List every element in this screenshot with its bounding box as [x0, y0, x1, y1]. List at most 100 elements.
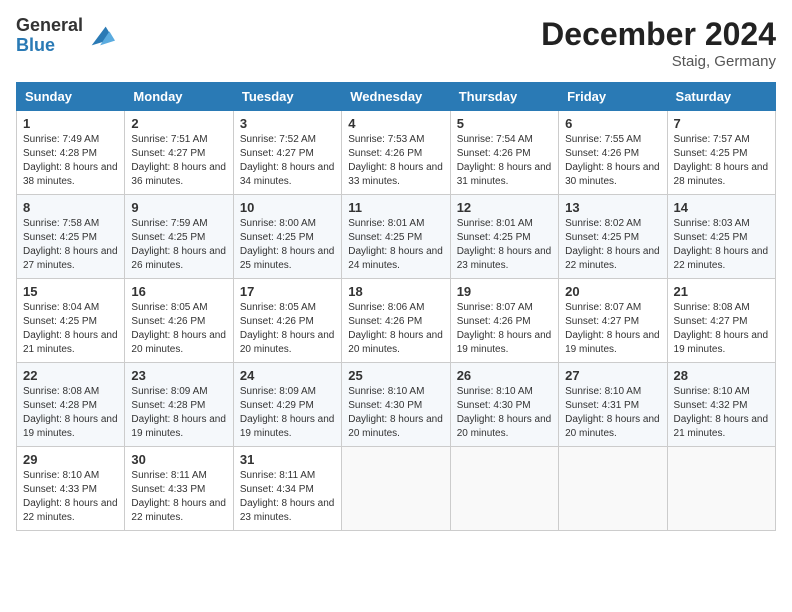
day-info: Sunrise: 7:59 AM Sunset: 4:25 PM Dayligh…	[131, 217, 226, 273]
day-info: Sunrise: 8:10 AM Sunset: 4:30 PM Dayligh…	[348, 385, 443, 441]
calendar-cell	[342, 447, 450, 531]
day-number: 22	[23, 368, 118, 383]
calendar-cell: 22 Sunrise: 8:08 AM Sunset: 4:28 PM Dayl…	[17, 363, 125, 447]
page-header: General Blue December 2024 Staig, German…	[16, 16, 776, 70]
day-number: 21	[674, 284, 769, 299]
calendar-week-row: 8 Sunrise: 7:58 AM Sunset: 4:25 PM Dayli…	[17, 195, 776, 279]
day-info: Sunrise: 8:01 AM Sunset: 4:25 PM Dayligh…	[457, 217, 552, 273]
calendar-cell: 7 Sunrise: 7:57 AM Sunset: 4:25 PM Dayli…	[667, 111, 775, 195]
logo-icon	[87, 22, 115, 50]
calendar-week-row: 1 Sunrise: 7:49 AM Sunset: 4:28 PM Dayli…	[17, 111, 776, 195]
calendar-cell: 27 Sunrise: 8:10 AM Sunset: 4:31 PM Dayl…	[559, 363, 667, 447]
day-number: 3	[240, 116, 335, 131]
day-number: 19	[457, 284, 552, 299]
calendar-week-row: 22 Sunrise: 8:08 AM Sunset: 4:28 PM Dayl…	[17, 363, 776, 447]
header-tuesday: Tuesday	[233, 83, 341, 111]
calendar-cell: 15 Sunrise: 8:04 AM Sunset: 4:25 PM Dayl…	[17, 279, 125, 363]
calendar-cell: 2 Sunrise: 7:51 AM Sunset: 4:27 PM Dayli…	[125, 111, 233, 195]
day-number: 12	[457, 200, 552, 215]
day-number: 15	[23, 284, 118, 299]
calendar-cell: 4 Sunrise: 7:53 AM Sunset: 4:26 PM Dayli…	[342, 111, 450, 195]
calendar-cell: 1 Sunrise: 7:49 AM Sunset: 4:28 PM Dayli…	[17, 111, 125, 195]
calendar-week-row: 29 Sunrise: 8:10 AM Sunset: 4:33 PM Dayl…	[17, 447, 776, 531]
logo-blue: Blue	[16, 36, 83, 56]
calendar-cell: 25 Sunrise: 8:10 AM Sunset: 4:30 PM Dayl…	[342, 363, 450, 447]
logo-text: General Blue	[16, 16, 83, 56]
day-info: Sunrise: 8:04 AM Sunset: 4:25 PM Dayligh…	[23, 301, 118, 357]
calendar-cell: 16 Sunrise: 8:05 AM Sunset: 4:26 PM Dayl…	[125, 279, 233, 363]
day-number: 23	[131, 368, 226, 383]
day-info: Sunrise: 8:11 AM Sunset: 4:33 PM Dayligh…	[131, 469, 226, 525]
month-title: December 2024	[541, 16, 776, 53]
day-number: 8	[23, 200, 118, 215]
day-info: Sunrise: 8:10 AM Sunset: 4:31 PM Dayligh…	[565, 385, 660, 441]
day-number: 29	[23, 452, 118, 467]
day-number: 5	[457, 116, 552, 131]
calendar-cell	[450, 447, 558, 531]
calendar-cell: 14 Sunrise: 8:03 AM Sunset: 4:25 PM Dayl…	[667, 195, 775, 279]
day-info: Sunrise: 8:01 AM Sunset: 4:25 PM Dayligh…	[348, 217, 443, 273]
calendar-cell: 11 Sunrise: 8:01 AM Sunset: 4:25 PM Dayl…	[342, 195, 450, 279]
day-number: 6	[565, 116, 660, 131]
day-info: Sunrise: 8:03 AM Sunset: 4:25 PM Dayligh…	[674, 217, 769, 273]
calendar-cell: 31 Sunrise: 8:11 AM Sunset: 4:34 PM Dayl…	[233, 447, 341, 531]
location-subtitle: Staig, Germany	[541, 53, 776, 70]
day-info: Sunrise: 8:08 AM Sunset: 4:28 PM Dayligh…	[23, 385, 118, 441]
header-friday: Friday	[559, 83, 667, 111]
calendar-cell: 24 Sunrise: 8:09 AM Sunset: 4:29 PM Dayl…	[233, 363, 341, 447]
calendar-cell: 5 Sunrise: 7:54 AM Sunset: 4:26 PM Dayli…	[450, 111, 558, 195]
day-info: Sunrise: 8:05 AM Sunset: 4:26 PM Dayligh…	[240, 301, 335, 357]
day-info: Sunrise: 8:10 AM Sunset: 4:30 PM Dayligh…	[457, 385, 552, 441]
day-info: Sunrise: 8:08 AM Sunset: 4:27 PM Dayligh…	[674, 301, 769, 357]
calendar-cell: 17 Sunrise: 8:05 AM Sunset: 4:26 PM Dayl…	[233, 279, 341, 363]
day-number: 31	[240, 452, 335, 467]
calendar-cell: 21 Sunrise: 8:08 AM Sunset: 4:27 PM Dayl…	[667, 279, 775, 363]
day-info: Sunrise: 8:06 AM Sunset: 4:26 PM Dayligh…	[348, 301, 443, 357]
day-info: Sunrise: 7:58 AM Sunset: 4:25 PM Dayligh…	[23, 217, 118, 273]
header-thursday: Thursday	[450, 83, 558, 111]
calendar-cell: 23 Sunrise: 8:09 AM Sunset: 4:28 PM Dayl…	[125, 363, 233, 447]
calendar-cell: 13 Sunrise: 8:02 AM Sunset: 4:25 PM Dayl…	[559, 195, 667, 279]
day-number: 13	[565, 200, 660, 215]
calendar-cell: 29 Sunrise: 8:10 AM Sunset: 4:33 PM Dayl…	[17, 447, 125, 531]
day-number: 25	[348, 368, 443, 383]
day-number: 11	[348, 200, 443, 215]
day-info: Sunrise: 8:09 AM Sunset: 4:29 PM Dayligh…	[240, 385, 335, 441]
day-number: 2	[131, 116, 226, 131]
calendar-cell: 18 Sunrise: 8:06 AM Sunset: 4:26 PM Dayl…	[342, 279, 450, 363]
header-monday: Monday	[125, 83, 233, 111]
day-info: Sunrise: 8:11 AM Sunset: 4:34 PM Dayligh…	[240, 469, 335, 525]
day-info: Sunrise: 7:57 AM Sunset: 4:25 PM Dayligh…	[674, 133, 769, 189]
day-info: Sunrise: 7:53 AM Sunset: 4:26 PM Dayligh…	[348, 133, 443, 189]
day-info: Sunrise: 7:49 AM Sunset: 4:28 PM Dayligh…	[23, 133, 118, 189]
calendar-cell: 9 Sunrise: 7:59 AM Sunset: 4:25 PM Dayli…	[125, 195, 233, 279]
day-number: 20	[565, 284, 660, 299]
day-info: Sunrise: 7:52 AM Sunset: 4:27 PM Dayligh…	[240, 133, 335, 189]
calendar-table: SundayMondayTuesdayWednesdayThursdayFrid…	[16, 82, 776, 531]
day-info: Sunrise: 8:10 AM Sunset: 4:32 PM Dayligh…	[674, 385, 769, 441]
day-info: Sunrise: 8:02 AM Sunset: 4:25 PM Dayligh…	[565, 217, 660, 273]
day-number: 9	[131, 200, 226, 215]
calendar-week-row: 15 Sunrise: 8:04 AM Sunset: 4:25 PM Dayl…	[17, 279, 776, 363]
day-number: 4	[348, 116, 443, 131]
calendar-cell: 3 Sunrise: 7:52 AM Sunset: 4:27 PM Dayli…	[233, 111, 341, 195]
day-info: Sunrise: 8:05 AM Sunset: 4:26 PM Dayligh…	[131, 301, 226, 357]
calendar-cell: 12 Sunrise: 8:01 AM Sunset: 4:25 PM Dayl…	[450, 195, 558, 279]
day-number: 28	[674, 368, 769, 383]
day-info: Sunrise: 7:51 AM Sunset: 4:27 PM Dayligh…	[131, 133, 226, 189]
day-number: 16	[131, 284, 226, 299]
header-sunday: Sunday	[17, 83, 125, 111]
calendar-cell	[667, 447, 775, 531]
title-area: December 2024 Staig, Germany	[541, 16, 776, 70]
day-number: 7	[674, 116, 769, 131]
day-number: 10	[240, 200, 335, 215]
day-number: 18	[348, 284, 443, 299]
day-info: Sunrise: 8:07 AM Sunset: 4:27 PM Dayligh…	[565, 301, 660, 357]
calendar-cell	[559, 447, 667, 531]
calendar-cell: 26 Sunrise: 8:10 AM Sunset: 4:30 PM Dayl…	[450, 363, 558, 447]
day-number: 27	[565, 368, 660, 383]
day-number: 1	[23, 116, 118, 131]
header-saturday: Saturday	[667, 83, 775, 111]
calendar-header-row: SundayMondayTuesdayWednesdayThursdayFrid…	[17, 83, 776, 111]
calendar-cell: 19 Sunrise: 8:07 AM Sunset: 4:26 PM Dayl…	[450, 279, 558, 363]
